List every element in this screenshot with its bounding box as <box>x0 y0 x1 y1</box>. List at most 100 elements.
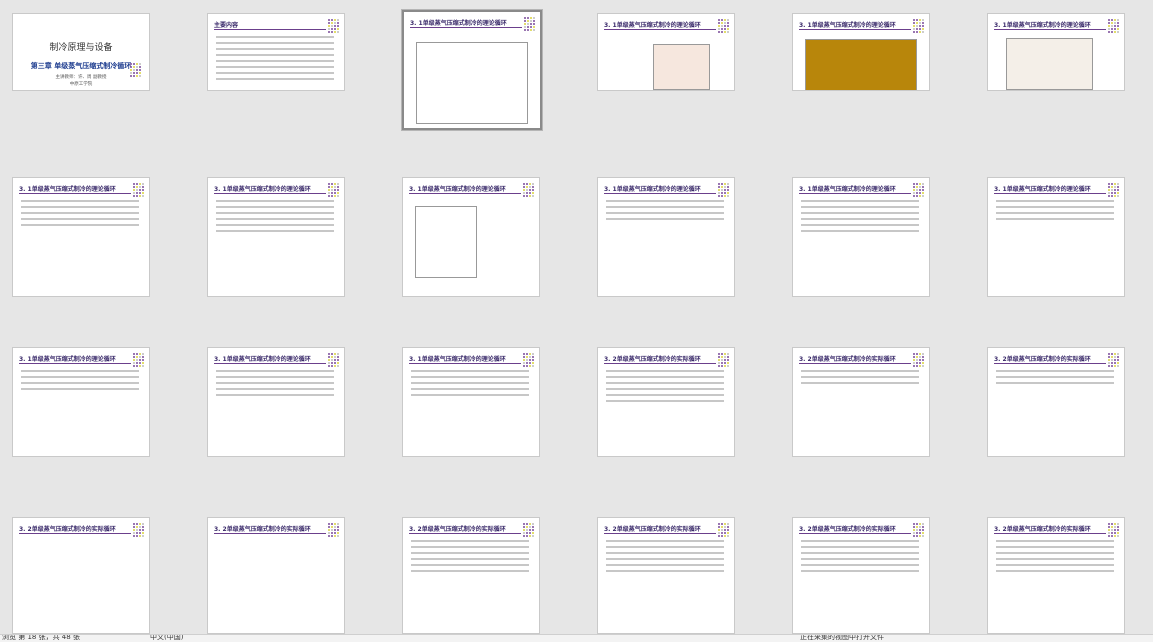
decor-dot <box>1107 188 1110 191</box>
decor-dot <box>918 21 921 24</box>
decor-dot <box>1107 30 1110 33</box>
decor-dot <box>522 191 525 194</box>
decor-dot <box>717 364 720 367</box>
slide-thumbnail[interactable]: 3. 1单级蒸气压缩式制冷的理论循环 <box>207 177 345 297</box>
decor-dot <box>1107 18 1110 21</box>
decor-dot <box>1107 194 1110 197</box>
slide-title: 3. 1单级蒸气压缩式制冷的理论循环 <box>19 186 116 193</box>
decor-dot <box>921 24 924 27</box>
slide-thumbnail[interactable]: 3. 1单级蒸气压缩式制冷的理论循环 <box>792 177 930 297</box>
slide-thumbnail[interactable]: 3. 1单级蒸气压缩式制冷的理论循环 <box>597 177 735 297</box>
slide-title: 主要内容 <box>214 22 239 29</box>
slide-thumbnail[interactable]: 主要内容 <box>207 13 345 91</box>
decor-dot <box>726 531 729 534</box>
decor-dot <box>1113 24 1116 27</box>
decor-dot <box>720 528 723 531</box>
title-rule <box>409 193 521 194</box>
decor-dot <box>330 534 333 537</box>
slide-thumbnail[interactable]: 3. 2单级蒸气压缩式制冷的实际循环 <box>207 517 345 634</box>
decor-dot <box>330 355 333 358</box>
title-rule <box>19 533 131 534</box>
text-lines <box>996 540 1114 576</box>
decor-dot <box>1113 525 1116 528</box>
decor-dot <box>528 531 531 534</box>
decor-dot <box>921 182 924 185</box>
decor-dot <box>327 30 330 33</box>
decor-dot <box>918 355 921 358</box>
decor-dot <box>912 531 915 534</box>
decor-dot <box>1110 534 1113 537</box>
text-lines <box>801 540 919 576</box>
slide-thumbnail-selected[interactable]: 3. 1单级蒸气压缩式制冷的理论循环 <box>402 10 542 130</box>
decor-dot <box>720 352 723 355</box>
decor-dot <box>525 531 528 534</box>
decor-dot <box>525 358 528 361</box>
decor-dot <box>918 194 921 197</box>
decor-dot <box>522 182 525 185</box>
slide-thumbnail[interactable]: 3. 2单级蒸气压缩式制冷的实际循环 <box>597 347 735 457</box>
slide-thumbnail[interactable]: 3. 2单级蒸气压缩式制冷的实际循环 <box>12 517 150 634</box>
decor-dot <box>528 352 531 355</box>
slide-thumbnail[interactable]: 3. 1单级蒸气压缩式制冷的理论循环 <box>597 13 735 91</box>
decor-dot <box>918 531 921 534</box>
slide-title: 3. 1单级蒸气压缩式制冷的理论循环 <box>214 186 311 193</box>
text-lines <box>21 200 139 230</box>
decor-dot <box>726 528 729 531</box>
decor-dot <box>327 191 330 194</box>
decor-dots <box>912 522 924 537</box>
title-rule <box>994 363 1106 364</box>
decor-dot <box>336 182 339 185</box>
slide-thumbnail[interactable]: 3. 1单级蒸气压缩式制冷的理论循环 <box>12 347 150 457</box>
decor-dot <box>726 364 729 367</box>
slide-thumbnail[interactable]: 制冷原理与设备 第三章 单级蒸气压缩式制冷循环 主讲教师：许、周 副教授 中原工… <box>12 13 150 91</box>
slide-thumbnail[interactable]: 3. 1单级蒸气压缩式制冷的理论循环 <box>987 177 1125 297</box>
decor-dot <box>717 30 720 33</box>
slide-thumbnail[interactable]: 3. 2单级蒸气压缩式制冷的实际循环 <box>792 347 930 457</box>
decor-dot <box>330 364 333 367</box>
decor-dot <box>330 185 333 188</box>
decor-dot <box>336 191 339 194</box>
decor-dot <box>717 191 720 194</box>
decor-dot <box>132 352 135 355</box>
slide-title: 3. 1单级蒸气压缩式制冷的理论循环 <box>409 356 506 363</box>
decor-dot <box>330 191 333 194</box>
decor-dot <box>717 352 720 355</box>
decor-dot <box>1113 185 1116 188</box>
slide-thumbnail[interactable]: 3. 1单级蒸气压缩式制冷的理论循环 <box>207 347 345 457</box>
decor-dot <box>912 182 915 185</box>
slide-thumbnail[interactable]: 3. 1单级蒸气压缩式制冷的理论循环 <box>402 347 540 457</box>
decor-dot <box>523 19 526 22</box>
decor-dot <box>1113 21 1116 24</box>
slide-thumbnail[interactable]: 3. 1单级蒸气压缩式制冷的理论循环 <box>792 13 930 91</box>
slide-title: 3. 2单级蒸气压缩式制冷的实际循环 <box>409 526 506 533</box>
slide-thumbnail[interactable]: 3. 1单级蒸气压缩式制冷的理论循环 <box>12 177 150 297</box>
decor-dot <box>327 531 330 534</box>
decor-dot <box>720 182 723 185</box>
slide-thumbnail[interactable]: 3. 1单级蒸气压缩式制冷的理论循环 <box>402 177 540 297</box>
decor-dot <box>141 194 144 197</box>
decor-dot <box>141 534 144 537</box>
slide-thumbnail[interactable]: 3. 2单级蒸气压缩式制冷的实际循环 <box>987 517 1125 634</box>
decor-dot <box>717 182 720 185</box>
decor-dot <box>1110 531 1113 534</box>
slide-thumbnail[interactable]: 3. 1单级蒸气压缩式制冷的理论循环 <box>987 13 1125 91</box>
decor-dot <box>921 18 924 21</box>
slide-thumbnail[interactable]: 3. 2单级蒸气压缩式制冷的实际循环 <box>792 517 930 634</box>
slide-title: 3. 1单级蒸气压缩式制冷的理论循环 <box>214 356 311 363</box>
decor-dot <box>1116 364 1119 367</box>
slide-thumbnail[interactable]: 3. 2单级蒸气压缩式制冷的实际循环 <box>402 517 540 634</box>
decor-dot <box>525 364 528 367</box>
slide-thumbnail[interactable]: 3. 2单级蒸气压缩式制冷的实际循环 <box>597 517 735 634</box>
decor-dot <box>1113 27 1116 30</box>
decor-dot <box>912 352 915 355</box>
decor-dot <box>1116 185 1119 188</box>
title-rule <box>214 29 326 30</box>
decor-dot <box>1116 355 1119 358</box>
decor-dot <box>528 355 531 358</box>
decor-dot <box>918 522 921 525</box>
decor-dot <box>1110 185 1113 188</box>
slide-thumbnail[interactable]: 3. 2单级蒸气压缩式制冷的实际循环 <box>987 347 1125 457</box>
decor-dot <box>132 188 135 191</box>
decor-dot <box>1113 358 1116 361</box>
decor-dot <box>1116 534 1119 537</box>
